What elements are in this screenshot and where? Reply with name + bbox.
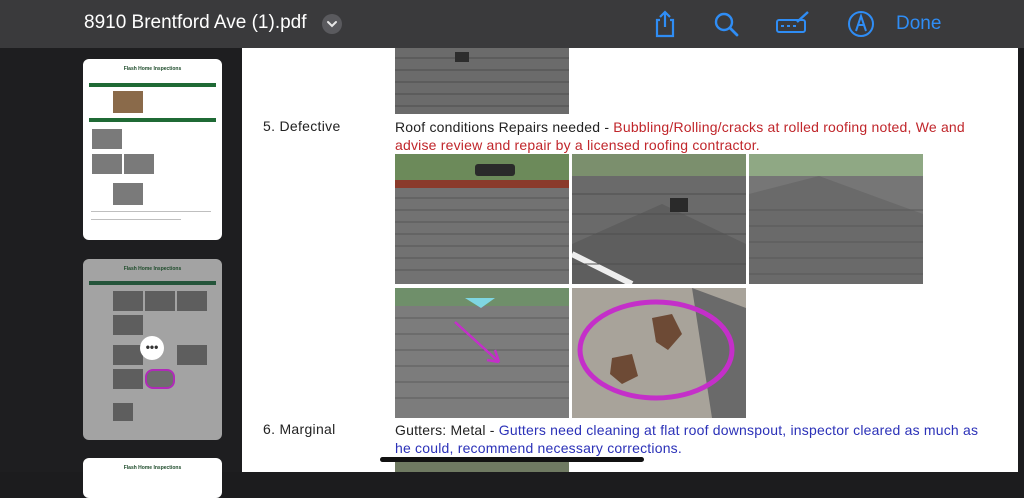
thumbnail-photo	[113, 291, 143, 311]
pen-icon[interactable]	[847, 10, 875, 38]
thumbnail-photo	[177, 345, 207, 365]
thumbnail-header: Flash Home Inspections	[123, 266, 182, 272]
more-options-button[interactable]: •••	[140, 336, 164, 360]
item-5-label: 5. Defective	[263, 118, 341, 134]
thumbnail-photo	[113, 91, 143, 113]
thumbnail-section-bar	[89, 83, 216, 87]
roof-photo-3	[749, 154, 923, 284]
thumbnail-photo	[92, 154, 122, 174]
share-icon[interactable]	[652, 10, 678, 38]
thumbnail-photo	[113, 403, 133, 421]
thumbnail-photo	[145, 291, 175, 311]
item-5-prefix: Roof conditions Repairs needed -	[395, 119, 614, 135]
page-thumbnail-3[interactable]: Flash Home Inspections	[83, 458, 222, 498]
roof-photo-top	[395, 48, 569, 114]
thumbnail-text-line	[91, 211, 211, 212]
thumbnail-section-bar	[89, 281, 216, 285]
thumbnail-photo	[113, 183, 143, 205]
thumbnail-photo	[113, 369, 143, 389]
thumbnail-photo	[113, 345, 143, 365]
search-icon[interactable]	[712, 10, 740, 38]
page-thumbnail-1[interactable]: Flash Home Inspections	[83, 59, 222, 240]
item-6-description: Gutters: Metal - Gutters need cleaning a…	[395, 421, 995, 457]
thumbnail-photo	[113, 315, 143, 335]
roof-photo-5-circled	[572, 288, 746, 418]
roof-photo-4	[395, 288, 569, 418]
roof-photo-2	[572, 154, 746, 284]
thumbnail-header: Flash Home Inspections	[123, 66, 182, 72]
thumbnail-text-line	[91, 219, 181, 220]
item-5-description: Roof conditions Repairs needed - Bubblin…	[395, 118, 995, 154]
done-button[interactable]: Done	[896, 13, 941, 35]
markup-icon[interactable]	[775, 10, 811, 38]
thumbnail-photo	[92, 129, 122, 149]
thumbnail-sidebar: Flash Home Inspections Flash Home Inspec…	[0, 48, 240, 498]
home-indicator[interactable]	[380, 457, 644, 462]
thumbnail-section-bar	[89, 118, 216, 122]
thumbnail-photo	[177, 291, 207, 311]
thumbnail-header: Flash Home Inspections	[123, 465, 182, 471]
item-6-label: 6. Marginal	[263, 421, 336, 437]
pdf-page: 5. Defective Roof conditions Repairs nee…	[242, 48, 1018, 472]
toolbar: 8910 Brentford Ave (1).pdf Done	[0, 0, 1024, 48]
document-title[interactable]: 8910 Brentford Ave (1).pdf	[84, 12, 307, 34]
thumbnail-photo	[124, 154, 154, 174]
item-6-prefix: Gutters: Metal -	[395, 422, 499, 438]
chevron-down-icon[interactable]	[322, 14, 342, 34]
thumbnail-photo	[145, 369, 175, 389]
roof-photo-1	[395, 154, 569, 284]
